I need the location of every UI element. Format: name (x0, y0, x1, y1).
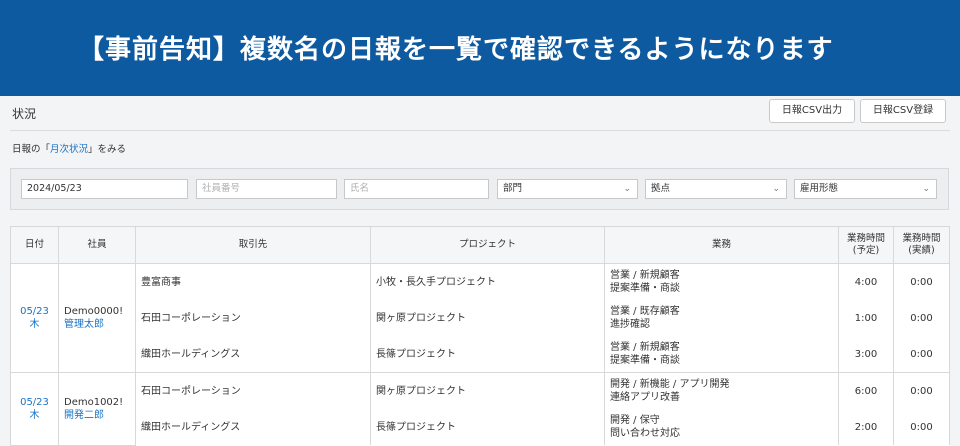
table-row: 織田ホールディングス 長篠プロジェクト 営業 / 新規顧客 提案準備・商談 3:0… (11, 336, 950, 373)
col-client: 取引先 (135, 226, 371, 264)
date-cell: 05/23 木 (10, 263, 59, 373)
table-row: 05/23 木 Demo0000! 管理太郎 豊富商事 小牧・長久手プロジェクト … (10, 263, 950, 373)
monthly-status-link[interactable]: 月次状況 (50, 144, 88, 155)
col-planned-hours: 業務時間 (予定) (838, 226, 894, 264)
col-employee: 社員 (58, 226, 136, 264)
date-link[interactable]: 05/23 木 (20, 397, 49, 421)
report-table: 日付 社員 取引先 プロジェクト 業務 業務時間 (予定) 業務時間 (実績) 05… (10, 226, 950, 446)
employee-link[interactable]: 開発二郎 (64, 409, 130, 422)
date-cell: 05/23 木 (10, 372, 59, 446)
col-project: プロジェクト (370, 226, 605, 264)
export-csv-button[interactable]: 日報CSV出力 (769, 99, 855, 123)
announcement-banner: 【事前告知】複数名の日報を一覧で確認できるようになります (0, 0, 960, 96)
import-csv-button[interactable]: 日報CSV登録 (860, 99, 946, 123)
date-input[interactable]: 2024/05/23 (21, 179, 188, 199)
col-actual-hours: 業務時間 (実績) (893, 226, 950, 264)
col-date: 日付 (10, 226, 59, 264)
daily-report-status-page: 状況 日報CSV出力 日報CSV登録 日報の「月次状況」をみる 2024/05/… (0, 96, 960, 446)
name-input[interactable]: 氏名 (344, 179, 489, 199)
table-row: 05/23 木 Demo1002! 開発二郎 石田コーポレーション 関ヶ原プロジェ… (10, 372, 950, 446)
table-row: 石田コーポレーション 関ヶ原プロジェクト 営業 / 既存顧客 進捗確認 1:00 … (11, 300, 950, 336)
employee-number-input[interactable]: 社員番号 (196, 179, 337, 199)
department-select[interactable]: 部門 ⌄ (497, 179, 638, 199)
filter-panel: 2024/05/23 社員番号 氏名 部門 ⌄ 拠点 ⌄ 雇用形態 ⌄ (10, 168, 949, 210)
table-row: 織田ホールディングス 長篠プロジェクト 開発 / 保守 問い合わせ対応 2:00 … (11, 409, 950, 445)
base-select[interactable]: 拠点 ⌄ (645, 179, 787, 199)
date-link[interactable]: 05/23 木 (20, 306, 49, 330)
employee-cell: Demo1002! 開発二郎 (58, 372, 136, 446)
col-work: 業務 (604, 226, 839, 264)
employment-type-select[interactable]: 雇用形態 ⌄ (794, 179, 937, 199)
monthly-status-line: 日報の「月次状況」をみる (12, 144, 127, 155)
page-title: 状況 (12, 107, 37, 121)
page-header: 状況 日報CSV出力 日報CSV登録 (0, 96, 960, 130)
employee-cell: Demo0000! 管理太郎 (58, 263, 136, 373)
employee-link[interactable]: 管理太郎 (64, 318, 130, 331)
chevron-down-icon: ⌄ (922, 184, 930, 194)
chevron-down-icon: ⌄ (772, 184, 780, 194)
chevron-down-icon: ⌄ (623, 184, 631, 194)
banner-text: 【事前告知】複数名の日報を一覧で確認できるようになります (78, 35, 834, 65)
divider (10, 130, 950, 131)
table-header: 日付 社員 取引先 プロジェクト 業務 業務時間 (予定) 業務時間 (実績) (10, 226, 950, 264)
